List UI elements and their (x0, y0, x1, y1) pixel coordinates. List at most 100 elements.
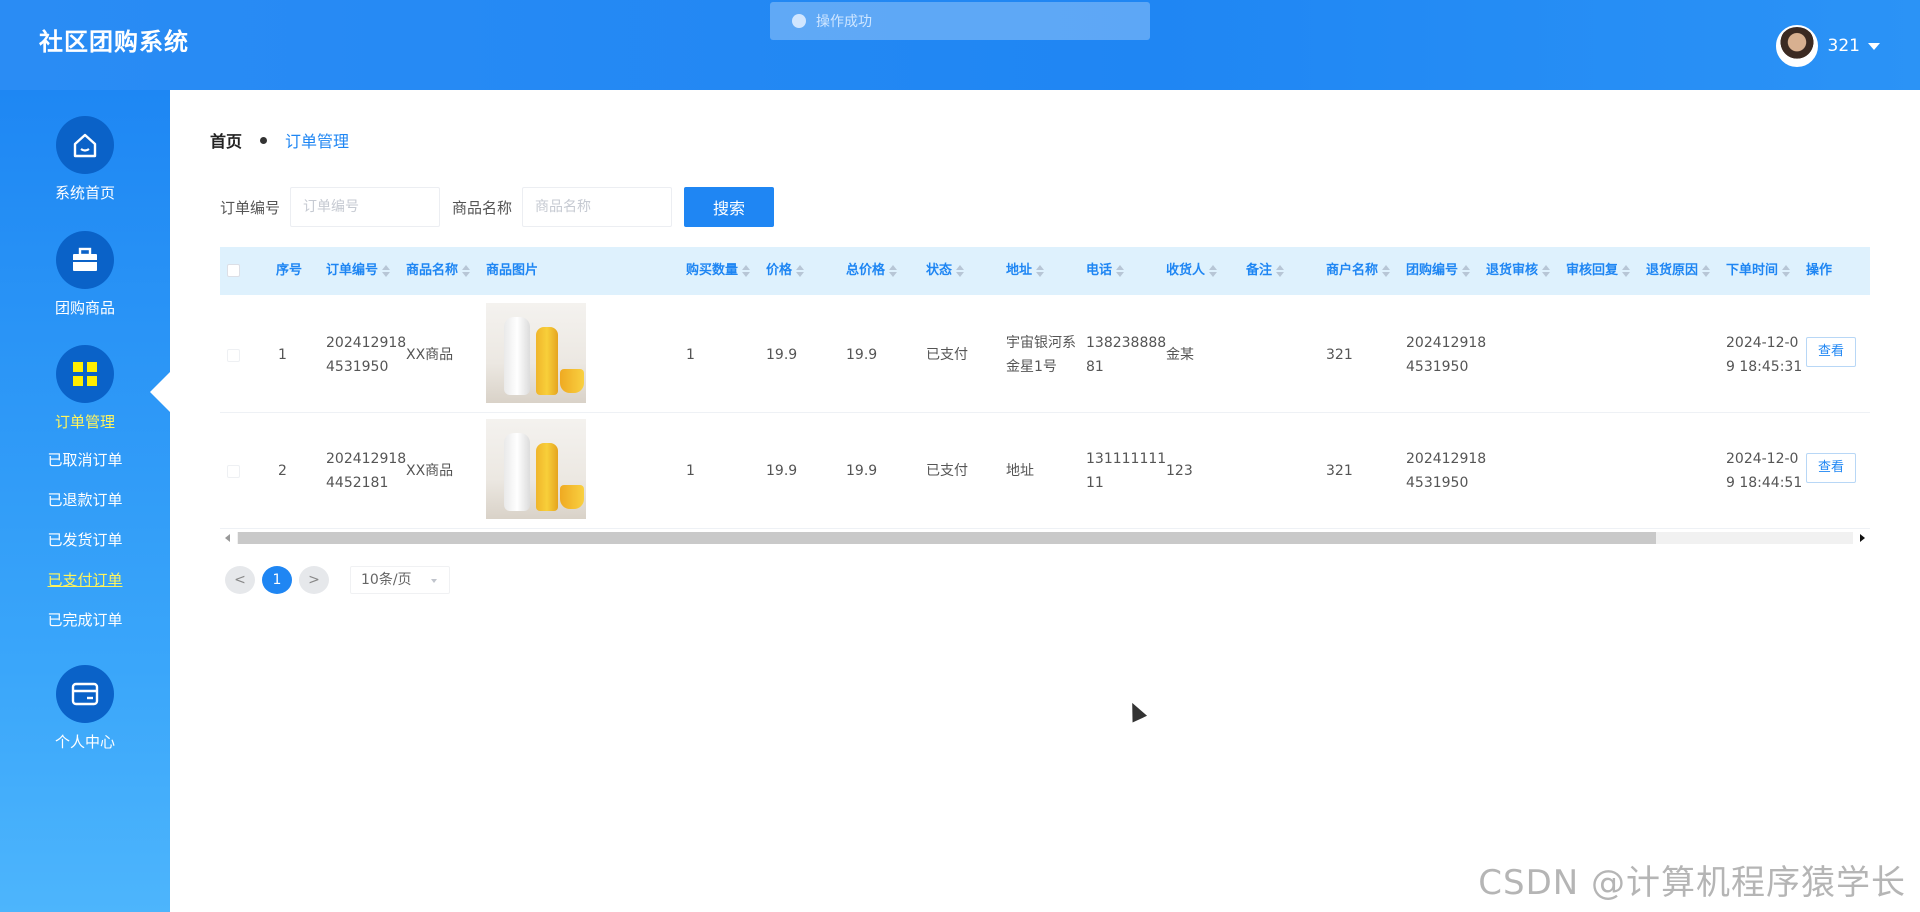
col-price-label: 价格 (766, 263, 793, 278)
sidebar-item-label[interactable]: 团购商品 (55, 297, 115, 318)
page-size-value[interactable]: 10条/页 (361, 572, 412, 588)
col-phone-label: 电话 (1086, 263, 1113, 278)
cell-phone-line1: 131111111 (1086, 451, 1167, 467)
cell-phone: 131111111 11 (1086, 447, 1166, 495)
goods-name-input[interactable] (522, 187, 673, 227)
col-audit-reply[interactable]: 审核回复 (1566, 247, 1631, 295)
col-group-no-label: 团购编号 (1406, 263, 1459, 278)
col-order-no[interactable]: 订单编号 (326, 247, 391, 295)
cell-order-no-line2: 4531950 (326, 359, 389, 375)
sidebar-subitem-shipped[interactable]: 已发货订单 (0, 529, 170, 550)
view-button[interactable]: 查看 (1806, 337, 1856, 367)
page-size-select[interactable]: 10条/页 (350, 566, 450, 594)
scroll-right-icon[interactable] (1860, 534, 1865, 542)
sidebar-subitem-cancelled[interactable]: 已取消订单 (0, 449, 170, 470)
cell-order-time-line2: 9 18:44:51 (1726, 475, 1803, 491)
goods-image (486, 303, 586, 403)
scroll-left-icon[interactable] (225, 534, 230, 542)
cell-address: 宇宙银河系 金星1号 (1006, 331, 1076, 379)
sort-icon[interactable] (1542, 264, 1551, 277)
col-order-time-label: 下单时间 (1726, 263, 1779, 278)
sidebar-item-goods[interactable]: 团购商品 (0, 231, 170, 318)
sidebar-subitem-refunded[interactable]: 已退款订单 (0, 489, 170, 510)
sort-icon[interactable] (1782, 264, 1791, 277)
sort-icon[interactable] (1462, 264, 1471, 277)
sidebar-item-label[interactable]: 订单管理 (55, 411, 115, 432)
briefcase-icon[interactable] (56, 231, 114, 289)
page-button-current[interactable]: 1 (262, 566, 292, 594)
sidebar-item-label[interactable]: 系统首页 (55, 182, 115, 203)
cell-phone-line2: 81 (1086, 359, 1104, 375)
user-menu[interactable]: 321 (1775, 25, 1880, 67)
sidebar-item-home[interactable]: 系统首页 (0, 116, 170, 203)
col-status[interactable]: 状态 (926, 247, 965, 295)
col-order-time[interactable]: 下单时间 (1726, 247, 1791, 295)
sort-icon[interactable] (1209, 264, 1218, 277)
sort-icon[interactable] (1116, 264, 1125, 277)
horizontal-scrollbar[interactable] (220, 528, 1870, 546)
col-qty[interactable]: 购买数量 (686, 247, 751, 295)
view-button[interactable]: 查看 (1806, 453, 1856, 483)
sort-icon[interactable] (382, 264, 391, 277)
breadcrumb-home[interactable]: 首页 (210, 128, 242, 152)
col-return-audit[interactable]: 退货审核 (1486, 247, 1551, 295)
prev-page-button[interactable]: < (225, 566, 255, 594)
cell-phone-line1: 138238888 (1086, 335, 1167, 351)
cell-order-no: 202412918 4452181 (326, 447, 406, 495)
col-action: 操作 (1806, 263, 1833, 278)
cell-index: 2 (278, 463, 287, 479)
cell-order-time: 2024-12-0 9 18:45:31 (1726, 331, 1802, 379)
col-return-reason[interactable]: 退货原因 (1646, 247, 1711, 295)
sidebar-subitem-paid[interactable]: 已支付订单 (0, 569, 170, 590)
cell-index: 1 (278, 347, 287, 363)
col-phone[interactable]: 电话 (1086, 247, 1125, 295)
sort-icon[interactable] (1702, 264, 1711, 277)
chevron-down-icon[interactable] (431, 579, 437, 583)
sidebar-item-profile[interactable]: 个人中心 (0, 665, 170, 752)
user-name[interactable]: 321 (1828, 36, 1860, 56)
cell-order-time-line1: 2024-12-0 (1726, 451, 1799, 467)
sort-icon[interactable] (1276, 264, 1285, 277)
col-note[interactable]: 备注 (1246, 247, 1285, 295)
order-no-input[interactable] (290, 187, 441, 227)
home-icon[interactable] (56, 116, 114, 174)
cell-group-no: 202412918 4531950 (1406, 447, 1486, 495)
row-checkbox[interactable] (227, 465, 240, 478)
sidebar-subitem-completed[interactable]: 已完成订单 (0, 609, 170, 630)
toast-message: 操作成功 (816, 14, 872, 30)
col-goods-image: 商品图片 (486, 263, 539, 278)
sort-icon[interactable] (1382, 264, 1391, 277)
sidebar-item-orders[interactable]: 订单管理 (0, 345, 170, 432)
success-toast: 操作成功 (770, 2, 1150, 40)
cell-order-time-line2: 9 18:45:31 (1726, 359, 1803, 375)
cell-address-line1: 宇宙银河系 (1006, 335, 1076, 351)
caret-down-icon[interactable] (1868, 42, 1880, 50)
avatar[interactable] (1775, 25, 1818, 67)
scrollbar-thumb[interactable] (238, 532, 1656, 544)
sort-icon[interactable] (889, 264, 898, 277)
col-total[interactable]: 总价格 (846, 247, 898, 295)
sort-icon[interactable] (1036, 264, 1045, 277)
app-title: 社区团购系统 (39, 28, 189, 56)
col-merchant[interactable]: 商户名称 (1326, 247, 1391, 295)
col-return-audit-label: 退货审核 (1486, 263, 1539, 278)
next-page-button[interactable]: > (299, 566, 329, 594)
col-receiver[interactable]: 收货人 (1166, 247, 1218, 295)
search-button[interactable]: 搜索 (684, 187, 775, 227)
sort-icon[interactable] (1622, 264, 1631, 277)
select-all-checkbox[interactable] (227, 264, 240, 277)
sort-icon[interactable] (742, 264, 751, 277)
wallet-icon[interactable] (56, 665, 114, 723)
sort-icon[interactable] (462, 264, 471, 277)
sidebar-item-label[interactable]: 个人中心 (55, 731, 115, 752)
cell-phone-line2: 11 (1086, 475, 1104, 491)
col-price[interactable]: 价格 (766, 247, 805, 295)
sort-icon[interactable] (956, 264, 965, 277)
col-goods-name[interactable]: 商品名称 (406, 247, 471, 295)
sort-icon[interactable] (796, 264, 805, 277)
col-address[interactable]: 地址 (1006, 247, 1045, 295)
grid-icon[interactable] (56, 345, 114, 403)
col-group-no[interactable]: 团购编号 (1406, 247, 1471, 295)
cell-address: 地址 (1006, 463, 1034, 479)
row-checkbox[interactable] (227, 349, 240, 362)
